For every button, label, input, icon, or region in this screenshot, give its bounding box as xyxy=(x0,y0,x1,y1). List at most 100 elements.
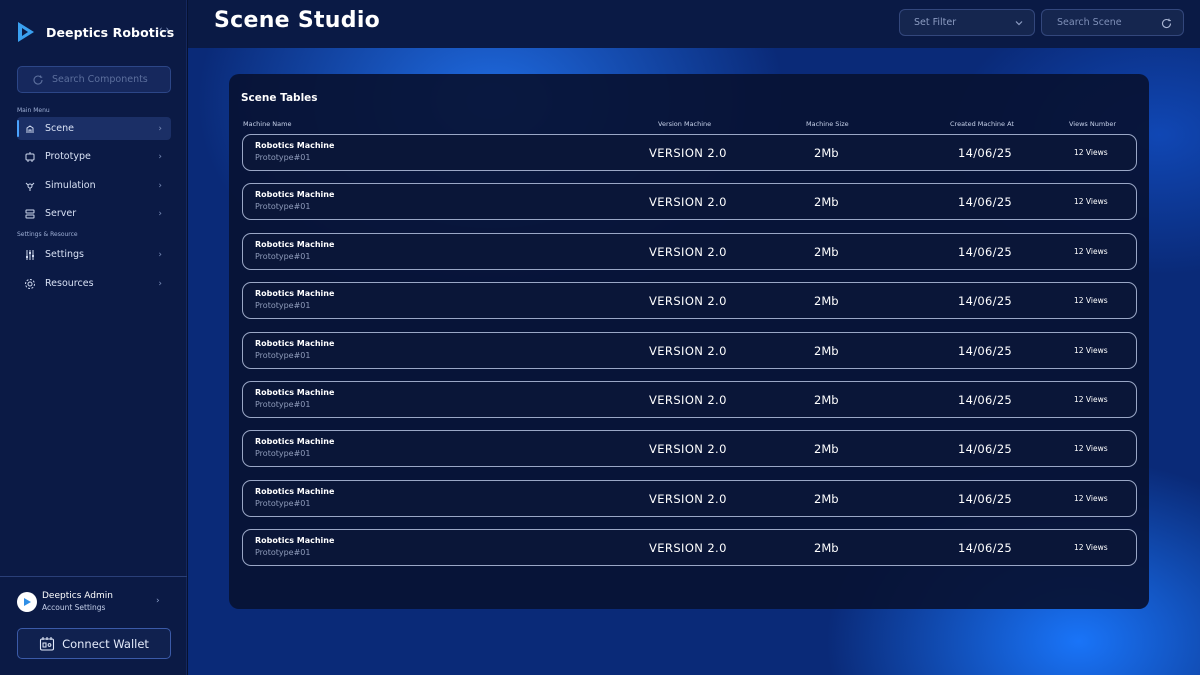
prototype-icon xyxy=(23,150,37,164)
chevron-right-icon: › xyxy=(158,180,162,191)
search-scene-input[interactable] xyxy=(1057,17,1157,28)
avatar xyxy=(17,592,37,612)
machine-created: 14/06/25 xyxy=(958,146,1013,160)
search-icon[interactable] xyxy=(1160,17,1173,30)
sidebar-item-label: Prototype xyxy=(45,151,91,162)
machine-size: 2Mb xyxy=(814,146,839,160)
machine-name: Robotics Machine xyxy=(255,190,335,199)
sidebar: Deeptics Robotics ‹ › Main Menu Scene › … xyxy=(0,0,187,675)
table-row[interactable]: Robotics Machine Prototype#01 VERSION 2.… xyxy=(242,332,1137,369)
filter-dropdown[interactable]: Set Filter xyxy=(899,9,1035,36)
scene-search[interactable] xyxy=(1041,9,1184,36)
machine-version: VERSION 2.0 xyxy=(649,146,727,160)
main-area: Scene Studio Set Filter Scene Tables Mac… xyxy=(188,0,1200,675)
machine-name: Robotics Machine xyxy=(255,388,335,397)
machine-name: Robotics Machine xyxy=(255,141,335,150)
machine-name: Robotics Machine xyxy=(255,240,335,249)
machine-name: Robotics Machine xyxy=(255,339,335,348)
machine-created: 14/06/25 xyxy=(958,393,1013,407)
machine-version: VERSION 2.0 xyxy=(649,245,727,259)
machine-views: 12 Views xyxy=(1074,543,1108,552)
table-row[interactable]: Robotics Machine Prototype#01 VERSION 2.… xyxy=(242,381,1137,418)
machine-created: 14/06/25 xyxy=(958,245,1013,259)
machine-size: 2Mb xyxy=(814,245,839,259)
connect-wallet-button[interactable]: Connect Wallet xyxy=(17,628,171,659)
machine-views: 12 Views xyxy=(1074,247,1108,256)
machine-version: VERSION 2.0 xyxy=(649,442,727,456)
machine-views: 12 Views xyxy=(1074,444,1108,453)
machine-prototype: Prototype#01 xyxy=(255,548,311,557)
table-row[interactable]: Robotics Machine Prototype#01 VERSION 2.… xyxy=(242,480,1137,517)
search-icon xyxy=(33,75,43,85)
sidebar-item-prototype[interactable]: Prototype › xyxy=(17,145,171,168)
machine-prototype: Prototype#01 xyxy=(255,449,311,458)
table-title: Scene Tables xyxy=(241,92,318,104)
chevron-down-icon xyxy=(1015,21,1023,26)
machine-name: Robotics Machine xyxy=(255,487,335,496)
machine-created: 14/06/25 xyxy=(958,492,1013,506)
account-settings-link[interactable]: Account Settings xyxy=(42,603,105,612)
collapse-sidebar-icon[interactable]: ‹ › xyxy=(159,25,169,35)
column-header-created: Created Machine At xyxy=(950,120,1014,128)
machine-size: 2Mb xyxy=(814,393,839,407)
column-header-size: Machine Size xyxy=(806,120,849,128)
filter-label: Set Filter xyxy=(914,17,957,28)
scene-table-card: Scene Tables Machine Name Version Machin… xyxy=(229,74,1149,609)
machine-version: VERSION 2.0 xyxy=(649,294,727,308)
profile-name: Deeptics Admin xyxy=(42,591,113,601)
account-profile[interactable]: Deeptics Admin Account Settings › xyxy=(17,591,167,615)
server-icon xyxy=(23,207,37,221)
column-header-machine-name: Machine Name xyxy=(243,120,292,128)
machine-views: 12 Views xyxy=(1074,395,1108,404)
machine-prototype: Prototype#01 xyxy=(255,400,311,409)
machine-version: VERSION 2.0 xyxy=(649,541,727,555)
wallet-icon xyxy=(40,636,55,651)
table-row[interactable]: Robotics Machine Prototype#01 VERSION 2.… xyxy=(242,134,1137,171)
sidebar-item-server[interactable]: Server › xyxy=(17,202,171,225)
machine-size: 2Mb xyxy=(814,344,839,358)
machine-views: 12 Views xyxy=(1074,494,1108,503)
chevron-right-icon: › xyxy=(158,278,162,289)
machine-created: 14/06/25 xyxy=(958,195,1013,209)
table-row[interactable]: Robotics Machine Prototype#01 VERSION 2.… xyxy=(242,430,1137,467)
main-menu-label: Main Menu xyxy=(17,107,50,114)
search-components-input[interactable] xyxy=(52,74,162,85)
brand-name: Deeptics Robotics xyxy=(46,24,175,40)
machine-version: VERSION 2.0 xyxy=(649,344,727,358)
machine-version: VERSION 2.0 xyxy=(649,393,727,407)
brand[interactable]: Deeptics Robotics xyxy=(16,20,174,44)
machine-prototype: Prototype#01 xyxy=(255,153,311,162)
machine-version: VERSION 2.0 xyxy=(649,492,727,506)
component-search[interactable] xyxy=(17,66,171,93)
sidebar-item-simulation[interactable]: Simulation › xyxy=(17,174,171,197)
machine-created: 14/06/25 xyxy=(958,541,1013,555)
table-row[interactable]: Robotics Machine Prototype#01 VERSION 2.… xyxy=(242,183,1137,220)
machine-created: 14/06/25 xyxy=(958,294,1013,308)
sliders-icon xyxy=(23,248,37,262)
machine-prototype: Prototype#01 xyxy=(255,499,311,508)
settings-resource-label: Settings & Resource xyxy=(17,231,78,238)
sidebar-item-label: Settings xyxy=(45,249,84,260)
scene-icon xyxy=(23,122,37,136)
machine-views: 12 Views xyxy=(1074,296,1108,305)
top-bar: Scene Studio Set Filter xyxy=(188,0,1200,48)
chevron-right-icon[interactable]: › xyxy=(156,596,160,606)
machine-size: 2Mb xyxy=(814,294,839,308)
table-row[interactable]: Robotics Machine Prototype#01 VERSION 2.… xyxy=(242,529,1137,566)
machine-views: 12 Views xyxy=(1074,148,1108,157)
deeptics-logo-icon xyxy=(18,22,34,42)
sidebar-item-label: Scene xyxy=(45,123,74,134)
machine-views: 12 Views xyxy=(1074,197,1108,206)
sidebar-item-resources[interactable]: Resources › xyxy=(17,272,171,295)
column-header-version: Version Machine xyxy=(658,120,712,128)
gear-icon xyxy=(23,277,37,291)
table-row[interactable]: Robotics Machine Prototype#01 VERSION 2.… xyxy=(242,233,1137,270)
sidebar-item-settings[interactable]: Settings › xyxy=(17,243,171,266)
table-row[interactable]: Robotics Machine Prototype#01 VERSION 2.… xyxy=(242,282,1137,319)
sidebar-item-scene[interactable]: Scene › xyxy=(17,117,171,140)
machine-name: Robotics Machine xyxy=(255,437,335,446)
sidebar-item-label: Simulation xyxy=(45,180,96,191)
connect-wallet-label: Connect Wallet xyxy=(62,636,149,651)
machine-name: Robotics Machine xyxy=(255,289,335,298)
chevron-right-icon: › xyxy=(158,249,162,260)
